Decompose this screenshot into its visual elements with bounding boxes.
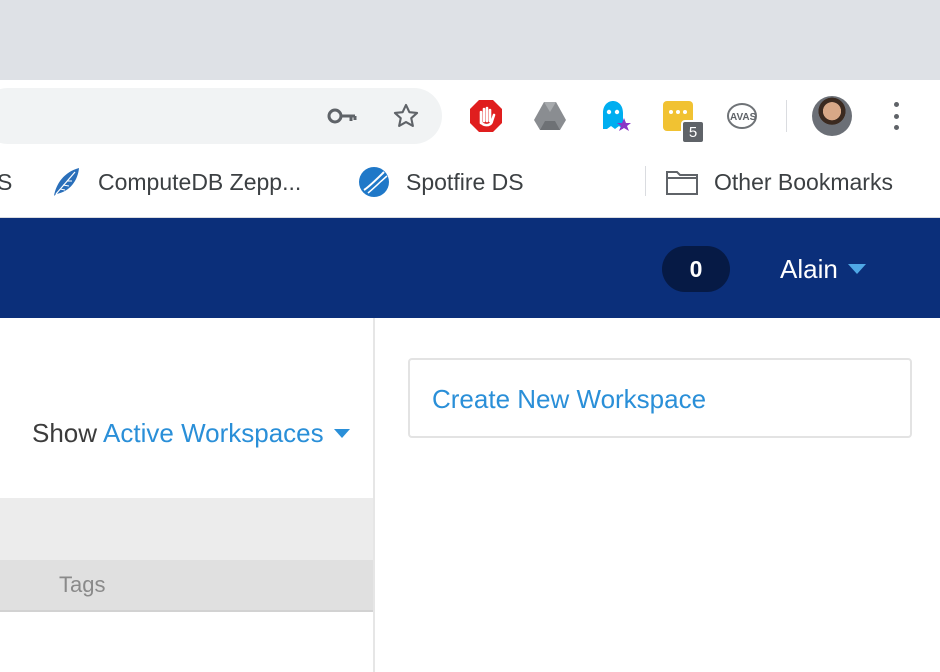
notification-count-badge[interactable]: 0 bbox=[662, 246, 730, 292]
toolbar-separator bbox=[786, 100, 787, 132]
chevron-down-icon bbox=[847, 264, 866, 274]
folder-icon bbox=[666, 169, 698, 195]
bookmark-item[interactable]: S bbox=[0, 166, 12, 198]
user-menu[interactable]: Alain bbox=[780, 248, 866, 290]
bookmark-label: Other Bookmarks bbox=[714, 168, 893, 195]
ghostery-icon[interactable] bbox=[596, 98, 632, 134]
app-header: 0 Alain bbox=[0, 218, 940, 318]
bookmark-spotfire[interactable]: Spotfire DS bbox=[358, 166, 524, 198]
bookmark-other[interactable]: Other Bookmarks bbox=[666, 166, 893, 198]
spotfire-icon bbox=[358, 166, 390, 198]
extension-badge: 5 bbox=[681, 120, 705, 144]
user-name: Alain bbox=[780, 253, 838, 284]
browser-tab-strip bbox=[0, 0, 940, 80]
wayback-icon[interactable]: AVAS bbox=[724, 98, 760, 134]
svg-text:AVAS: AVAS bbox=[730, 112, 757, 123]
workspace-filter-dropdown[interactable]: Active Workspaces bbox=[103, 418, 324, 449]
browser-menu-icon[interactable] bbox=[884, 98, 908, 134]
address-bar[interactable] bbox=[0, 88, 442, 144]
google-drive-icon[interactable] bbox=[532, 98, 568, 134]
browser-toolbar: AVAS bbox=[0, 80, 940, 152]
bookmark-label: Spotfire DS bbox=[406, 168, 524, 195]
chevron-down-icon[interactable] bbox=[333, 429, 350, 438]
workspace-filter: Show Active Workspaces bbox=[32, 418, 350, 449]
bookmarks-bar: S ComputeDB Zepp... Spotfire DS Other Bo… bbox=[0, 152, 940, 218]
list-toolbar bbox=[0, 498, 373, 560]
table-header: Tags bbox=[0, 560, 373, 612]
bookmark-computedb[interactable]: ComputeDB Zepp... bbox=[50, 166, 301, 198]
profile-avatar[interactable] bbox=[812, 96, 852, 136]
bookmark-label: S bbox=[0, 168, 13, 195]
tags-column-header[interactable]: Tags bbox=[59, 572, 105, 598]
bookmark-separator bbox=[645, 166, 646, 196]
feather-icon bbox=[50, 166, 82, 198]
workspace-list-pane: Show Active Workspaces Tags bbox=[0, 318, 375, 672]
key-icon[interactable] bbox=[326, 100, 358, 132]
adblock-icon[interactable] bbox=[468, 98, 504, 134]
filter-prefix: Show bbox=[32, 418, 98, 448]
create-workspace-link[interactable]: Create New Workspace bbox=[432, 384, 706, 415]
bookmark-label: ComputeDB Zepp... bbox=[98, 168, 302, 195]
star-icon[interactable] bbox=[390, 100, 422, 132]
create-workspace-card: Create New Workspace bbox=[408, 358, 912, 438]
